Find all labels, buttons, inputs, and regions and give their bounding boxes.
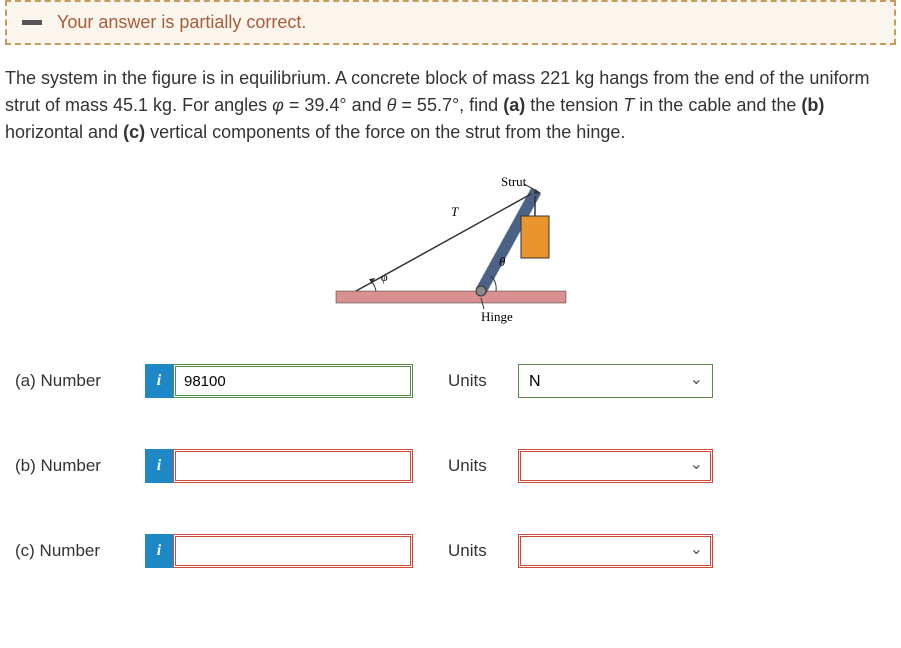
answer-row-b: (b) Number i Units [0,441,901,491]
phi-label: φ [381,270,388,284]
units-select-b[interactable] [518,449,713,483]
info-icon[interactable]: i [145,364,173,398]
minus-icon [22,20,42,25]
theta-label: θ [499,254,506,269]
units-select-a[interactable]: N [518,364,713,398]
number-input-b[interactable] [173,449,413,483]
strut-label: Strut [501,176,527,189]
units-select-c[interactable] [518,534,713,568]
hinge-label: Hinge [481,309,513,324]
info-icon[interactable]: i [145,534,173,568]
physics-diagram: Strut T φ θ Hinge [326,176,576,326]
feedback-banner: Your answer is partially correct. [5,0,896,45]
answer-row-c: (c) Number i Units [0,526,901,576]
number-input-c[interactable] [173,534,413,568]
label-b: (b) Number [15,456,145,476]
question-text: The system in the figure is in equilibri… [0,65,901,166]
units-label-b: Units [448,456,518,476]
figure-container: Strut T φ θ Hinge [0,176,901,331]
units-label-a: Units [448,371,518,391]
info-icon[interactable]: i [145,449,173,483]
label-c: (c) Number [15,541,145,561]
units-label-c: Units [448,541,518,561]
label-a: (a) Number [15,371,145,391]
t-label: T [451,204,459,219]
feedback-text: Your answer is partially correct. [57,12,306,33]
number-input-a[interactable] [173,364,413,398]
answer-row-a: (a) Number i Units N [0,356,901,406]
